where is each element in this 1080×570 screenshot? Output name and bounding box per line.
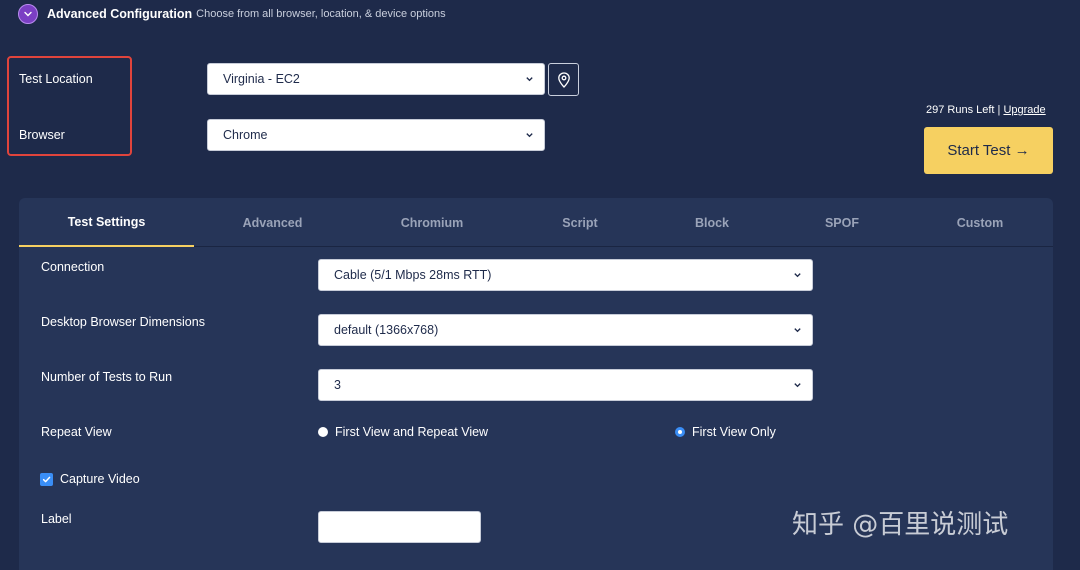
watermark: 知乎 @百里说测试 (792, 510, 1009, 540)
collapse-toggle[interactable] (18, 4, 38, 24)
chevron-down-icon (24, 11, 32, 17)
map-pin-icon (557, 71, 570, 88)
num-tests-label: Number of Tests to Run (41, 370, 173, 384)
advanced-config-subtitle: Choose from all browser, location, & dev… (196, 8, 446, 20)
num-tests-select[interactable]: 3 (318, 369, 813, 401)
num-tests-value: 3 (334, 378, 341, 392)
runs-left-info: 297 Runs Left | Upgrade (926, 104, 1046, 116)
tab-spof[interactable]: SPOF (777, 198, 907, 247)
page: Advanced Configuration Choose from all b… (0, 0, 1080, 570)
radio-first-view-only[interactable]: First View Only (675, 425, 776, 439)
tab-chromium[interactable]: Chromium (351, 198, 513, 247)
dimensions-label: Desktop Browser Dimensions (41, 315, 205, 329)
test-location-label: Test Location (19, 72, 93, 86)
connection-value: Cable (5/1 Mbps 28ms RTT) (334, 268, 492, 282)
browser-label: Browser (19, 128, 65, 142)
radio-first-view-only-label: First View Only (692, 425, 776, 439)
advanced-config-title: Advanced Configuration (47, 7, 193, 21)
capture-video-option[interactable]: Capture Video (40, 472, 140, 486)
connection-label: Connection (41, 260, 105, 274)
radio-first-and-repeat-label: First View and Repeat View (335, 425, 489, 439)
radio-button[interactable] (318, 427, 328, 437)
dimensions-select[interactable]: default (1366x768) (318, 314, 813, 346)
label-field-label: Label (41, 512, 72, 526)
chevron-down-icon (794, 273, 801, 278)
capture-video-label: Capture Video (60, 472, 140, 486)
repeat-view-label: Repeat View (41, 425, 112, 439)
checkmark-icon (42, 476, 51, 482)
label-input[interactable] (318, 511, 481, 543)
tab-test-settings[interactable]: Test Settings (19, 198, 194, 247)
tab-advanced[interactable]: Advanced (194, 198, 351, 247)
runs-left-text: 297 Runs Left | (926, 104, 1001, 116)
browser-value: Chrome (223, 128, 268, 142)
tab-custom[interactable]: Custom (907, 198, 1053, 247)
dimensions-value: default (1366x768) (334, 323, 439, 337)
tab-block[interactable]: Block (647, 198, 777, 247)
chevron-down-icon (794, 383, 801, 388)
radio-button-selected[interactable] (675, 427, 685, 437)
start-test-button[interactable]: Start Test → (924, 127, 1053, 174)
upgrade-link[interactable]: Upgrade (1003, 104, 1045, 116)
advanced-config-header: Advanced Configuration Choose from all b… (18, 4, 446, 24)
capture-video-checkbox[interactable] (40, 472, 53, 486)
chevron-down-icon (526, 133, 533, 138)
location-map-button[interactable] (548, 63, 579, 96)
chevron-down-icon (526, 77, 533, 82)
settings-tabs: Test Settings Advanced Chromium Script B… (19, 198, 1053, 247)
test-location-value: Virginia - EC2 (223, 72, 300, 86)
test-location-select[interactable]: Virginia - EC2 (207, 63, 545, 95)
browser-select[interactable]: Chrome (207, 119, 545, 151)
radio-first-and-repeat[interactable]: First View and Repeat View (318, 425, 488, 439)
connection-select[interactable]: Cable (5/1 Mbps 28ms RTT) (318, 259, 813, 291)
chevron-down-icon (794, 328, 801, 333)
tab-script[interactable]: Script (513, 198, 647, 247)
